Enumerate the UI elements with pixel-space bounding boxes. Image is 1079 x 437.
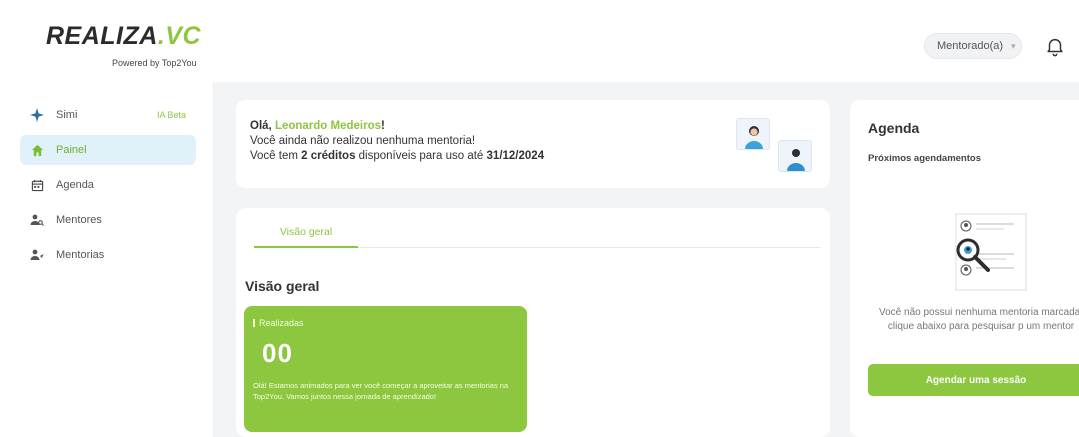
welcome-greeting: Olá, Leonardo Medeiros! bbox=[250, 120, 385, 132]
sidebar-item-label: Agenda bbox=[56, 179, 94, 191]
brand-logo[interactable]: REALIZA.VC bbox=[46, 22, 201, 51]
credits-text: Você tem 2 créditos disponíveis para uso… bbox=[250, 150, 544, 162]
sidebar-item-painel[interactable]: Painel bbox=[20, 135, 196, 165]
sidebar: Simi IA Beta Painel Agenda Mentores Ment… bbox=[0, 82, 214, 437]
sparkle-icon bbox=[30, 108, 44, 122]
sidebar-item-mentorias[interactable]: Mentorias bbox=[20, 240, 196, 270]
tab-visao-geral[interactable]: Visão geral bbox=[254, 222, 358, 246]
stat-label: Realizadas bbox=[253, 318, 304, 328]
top-header: REALIZA.VC Powered by Top2You Mentorado(… bbox=[0, 0, 1079, 82]
welcome-card: Olá, Leonardo Medeiros! Você ainda não r… bbox=[236, 100, 830, 188]
agenda-title: Agenda bbox=[868, 120, 920, 136]
sidebar-item-label: Mentorias bbox=[56, 249, 105, 261]
empty-search-illustration bbox=[955, 213, 1027, 291]
agenda-subtitle: Próximos agendamentos bbox=[868, 153, 981, 164]
mentoring-icon bbox=[30, 248, 44, 262]
sidebar-item-label: Mentores bbox=[56, 214, 102, 226]
credits-pre: Você tem bbox=[250, 150, 302, 162]
sidebar-item-label: Simi bbox=[56, 109, 78, 121]
sidebar-item-agenda[interactable]: Agenda bbox=[20, 170, 196, 200]
credits-mid: disponíveis para uso até bbox=[355, 150, 487, 162]
agenda-card: Agenda Próximos agendamentos Você não po… bbox=[850, 100, 1079, 437]
schedule-session-button[interactable]: Agendar uma sessão bbox=[868, 364, 1079, 396]
avatar-illustration-man bbox=[778, 140, 812, 172]
sidebar-item-label: Painel bbox=[56, 144, 87, 156]
overview-card: Visão geral Visão geral Realizadas 00 Ol… bbox=[236, 208, 830, 437]
avatar-illustration-woman bbox=[736, 118, 770, 150]
greeting-end: ! bbox=[381, 120, 385, 132]
stat-description: Olá! Estamos animados para ver você come… bbox=[253, 381, 509, 401]
logo-accent: VC bbox=[165, 22, 202, 50]
home-icon bbox=[30, 143, 44, 157]
credits-date: 31/12/2024 bbox=[486, 150, 545, 162]
user-name: Leonardo Medeiros bbox=[274, 120, 382, 132]
no-mentoring-text: Você ainda não realizou nenhuma mentoria… bbox=[250, 135, 476, 147]
section-title: Visão geral bbox=[245, 278, 320, 294]
mentor-search-icon bbox=[30, 213, 44, 227]
credits-value: 2 créditos bbox=[301, 150, 356, 162]
chevron-down-icon: ▾ bbox=[1011, 40, 1016, 51]
role-select-value: Mentorado(a) bbox=[937, 40, 1004, 52]
bell-icon[interactable] bbox=[1044, 34, 1066, 58]
active-tab-indicator bbox=[254, 246, 358, 248]
role-select[interactable]: Mentorado(a) ▾ bbox=[924, 33, 1022, 59]
beta-badge: IA Beta bbox=[156, 110, 186, 120]
powered-by-label: Powered by Top2You bbox=[112, 58, 197, 68]
sidebar-item-mentores[interactable]: Mentores bbox=[20, 205, 196, 235]
calendar-icon bbox=[30, 178, 44, 192]
stat-value: 00 bbox=[262, 338, 293, 368]
stat-card-realizadas: Realizadas 00 Olá! Estamos animados para… bbox=[244, 306, 527, 432]
empty-state-message: Você não possui nenhuma mentoria marcada… bbox=[878, 307, 1079, 332]
sidebar-item-simi[interactable]: Simi IA Beta bbox=[20, 100, 196, 130]
logo-text: REALIZA bbox=[46, 22, 158, 50]
greeting-text: Olá, bbox=[250, 120, 275, 132]
